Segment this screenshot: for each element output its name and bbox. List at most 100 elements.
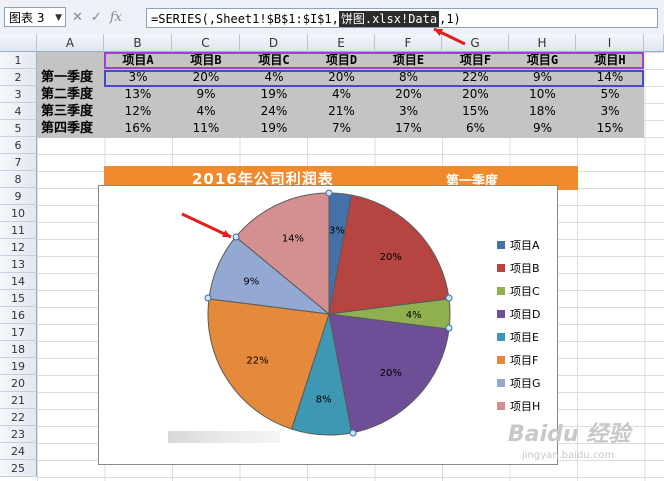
row-header-5[interactable]: 5 <box>0 120 37 137</box>
column-header-h[interactable]: H <box>509 34 576 52</box>
header-cell[interactable]: 项目B <box>172 52 240 69</box>
header-cell[interactable]: 项目F <box>442 52 509 69</box>
table-cell[interactable]: 14% <box>576 69 644 86</box>
row-header-14[interactable]: 14 <box>0 273 37 290</box>
row-label-cell[interactable]: 第三季度 <box>37 103 104 120</box>
table-cell[interactable]: 11% <box>172 120 240 137</box>
column-header-b[interactable]: B <box>104 34 172 52</box>
header-cell[interactable]: 项目H <box>576 52 644 69</box>
legend-label: 项目A <box>510 238 540 252</box>
table-cell[interactable]: 17% <box>375 120 442 137</box>
row-header-7[interactable]: 7 <box>0 154 37 171</box>
table-cell[interactable]: 15% <box>442 103 509 120</box>
cancel-icon[interactable]: ✕ <box>72 10 83 25</box>
row-header-6[interactable]: 6 <box>0 137 37 154</box>
table-cell[interactable]: 4% <box>240 69 308 86</box>
row-header-15[interactable]: 15 <box>0 290 37 307</box>
row-header-24[interactable]: 24 <box>0 443 37 460</box>
select-all-corner[interactable] <box>0 34 37 52</box>
row-header-18[interactable]: 18 <box>0 341 37 358</box>
column-header-e[interactable]: E <box>308 34 375 52</box>
table-cell[interactable]: 19% <box>240 86 308 103</box>
table-cell[interactable]: 5% <box>576 86 644 103</box>
legend-label: 项目D <box>510 307 541 321</box>
table-cell[interactable]: 9% <box>509 120 576 137</box>
chart-area[interactable] <box>98 185 558 465</box>
row-header-11[interactable]: 11 <box>0 222 37 239</box>
name-box[interactable]: 图表 3 ▼ <box>4 7 66 27</box>
legend-item[interactable]: 项目C <box>497 279 541 302</box>
legend-swatch <box>497 286 505 295</box>
row-header-21[interactable]: 21 <box>0 392 37 409</box>
table-cell[interactable]: 20% <box>308 69 375 86</box>
function-icon[interactable]: fx <box>110 10 122 25</box>
row-header-20[interactable]: 20 <box>0 375 37 392</box>
header-cell[interactable]: 项目C <box>240 52 308 69</box>
row-header-19[interactable]: 19 <box>0 358 37 375</box>
table-cell[interactable]: 19% <box>240 120 308 137</box>
column-header-g[interactable]: G <box>442 34 509 52</box>
column-header-f[interactable]: F <box>375 34 442 52</box>
row-header-9[interactable]: 9 <box>0 188 37 205</box>
row-header-2[interactable]: 2 <box>0 69 37 86</box>
row-header-4[interactable]: 4 <box>0 103 37 120</box>
confirm-icon[interactable]: ✓ <box>91 10 102 25</box>
column-header-a[interactable]: A <box>37 34 104 52</box>
row-header-3[interactable]: 3 <box>0 86 37 103</box>
table-cell[interactable]: 3% <box>576 103 644 120</box>
table-cell[interactable]: 4% <box>172 103 240 120</box>
table-cell[interactable]: 9% <box>509 69 576 86</box>
chevron-down-icon[interactable]: ▼ <box>55 8 62 28</box>
table-cell[interactable]: 6% <box>442 120 509 137</box>
row-header-16[interactable]: 16 <box>0 307 37 324</box>
row-header-12[interactable]: 12 <box>0 239 37 256</box>
table-cell[interactable]: 7% <box>308 120 375 137</box>
row-label-cell[interactable]: 第四季度 <box>37 120 104 137</box>
row-header-10[interactable]: 10 <box>0 205 37 222</box>
table-cell[interactable]: 20% <box>375 86 442 103</box>
legend-label: 项目H <box>510 399 541 413</box>
table-cell[interactable]: 12% <box>104 103 172 120</box>
table-cell[interactable]: 22% <box>442 69 509 86</box>
row-label-cell[interactable]: 第一季度 <box>37 69 104 86</box>
header-cell[interactable]: 项目A <box>104 52 172 69</box>
table-cell[interactable]: 24% <box>240 103 308 120</box>
row-header-23[interactable]: 23 <box>0 426 37 443</box>
table-cell[interactable]: 15% <box>576 120 644 137</box>
table-cell[interactable]: 4% <box>308 86 375 103</box>
legend-item[interactable]: 项目H <box>497 394 541 417</box>
row-header-17[interactable]: 17 <box>0 324 37 341</box>
formula-input[interactable]: =SERIES(,Sheet1!$B$1:$I$1, 饼图.xlsx!Data ,1… <box>146 8 658 28</box>
table-cell[interactable]: 10% <box>509 86 576 103</box>
table-cell[interactable]: 9% <box>172 86 240 103</box>
table-cell[interactable]: 13% <box>104 86 172 103</box>
header-cell[interactable]: 项目D <box>308 52 375 69</box>
row-header-13[interactable]: 13 <box>0 256 37 273</box>
table-cell[interactable]: 20% <box>442 86 509 103</box>
legend-item[interactable]: 项目D <box>497 302 541 325</box>
legend-swatch <box>497 332 505 341</box>
legend-item[interactable]: 项目A <box>497 233 541 256</box>
column-header-d[interactable]: D <box>240 34 308 52</box>
table-cell[interactable]: 18% <box>509 103 576 120</box>
table-cell[interactable]: 16% <box>104 120 172 137</box>
legend-item[interactable]: 项目B <box>497 256 541 279</box>
row-header-1[interactable]: 1 <box>0 52 37 69</box>
legend-item[interactable]: 项目E <box>497 325 541 348</box>
column-header-c[interactable]: C <box>172 34 240 52</box>
table-cell[interactable]: 8% <box>375 69 442 86</box>
table-cell[interactable]: 3% <box>375 103 442 120</box>
row-header-8[interactable]: 8 <box>0 171 37 188</box>
header-cell[interactable]: 项目E <box>375 52 442 69</box>
table-cell[interactable]: 3% <box>104 69 172 86</box>
table-cell[interactable]: 20% <box>172 69 240 86</box>
table-cell[interactable]: 21% <box>308 103 375 120</box>
row-header-22[interactable]: 22 <box>0 409 37 426</box>
header-cell[interactable]: 项目G <box>509 52 576 69</box>
legend-item[interactable]: 项目F <box>497 348 541 371</box>
row-label-cell[interactable]: 第二季度 <box>37 86 104 103</box>
legend-item[interactable]: 项目G <box>497 371 541 394</box>
legend-swatch <box>497 355 505 364</box>
column-header-i[interactable]: I <box>576 34 644 52</box>
row-header-25[interactable]: 25 <box>0 460 37 477</box>
